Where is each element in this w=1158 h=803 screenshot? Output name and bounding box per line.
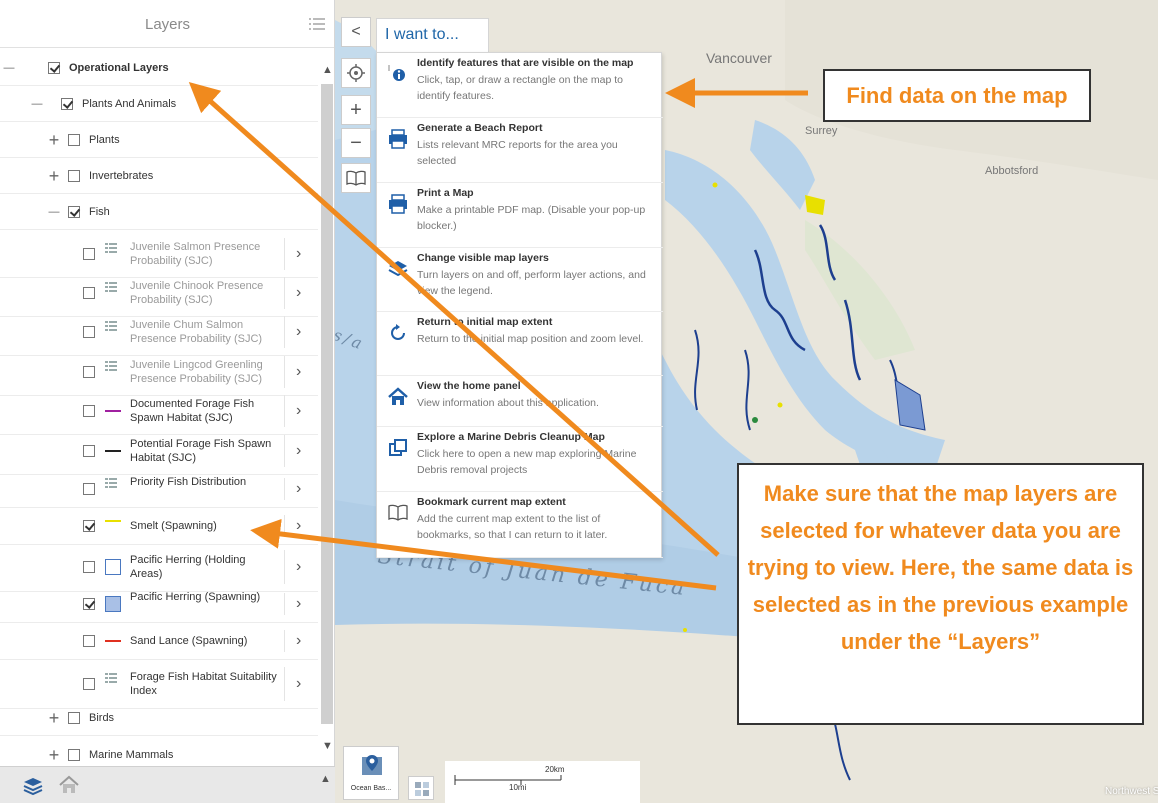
callout-find-data: Find data on the map	[823, 69, 1091, 122]
callout-layers-note: Make sure that the map layers are select…	[737, 463, 1144, 725]
arrow-to-smelt	[250, 518, 717, 591]
arrow-to-operational-layers	[188, 82, 720, 557]
